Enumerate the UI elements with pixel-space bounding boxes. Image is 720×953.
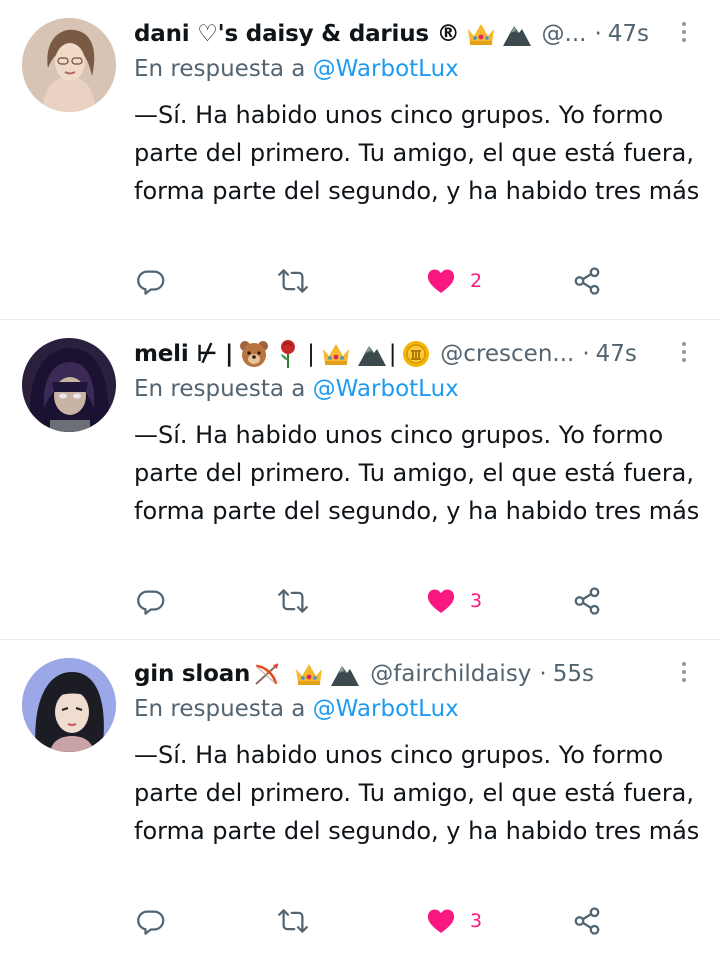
like-count: 3 — [470, 590, 483, 612]
reply-mention-link[interactable]: @WarbotLux — [313, 376, 459, 402]
like-button[interactable]: 3 — [426, 904, 482, 938]
reply-prefix: En respuesta a — [134, 696, 306, 722]
crown-emoji — [466, 21, 496, 47]
reply-icon — [137, 590, 165, 615]
reply-button[interactable] — [136, 264, 166, 298]
mountain-emoji — [330, 661, 360, 687]
more-options-icon[interactable] — [672, 20, 696, 44]
user-handle[interactable]: @crescen... — [440, 341, 574, 367]
user-handle[interactable]: @... — [542, 21, 587, 47]
reply-context: En respuesta a @WarbotLux — [134, 56, 459, 82]
share-icon — [574, 907, 600, 935]
name-separator: | — [307, 341, 315, 367]
avatar[interactable] — [22, 18, 116, 112]
more-options-icon[interactable] — [672, 340, 696, 364]
timeline-feed: dani ♡'s daisy & darius ® @... · 47s En … — [0, 0, 720, 953]
reply-mention-link[interactable]: @WarbotLux — [313, 56, 459, 82]
tweet[interactable]: meli ⊬ | | | @crescen... · 47s En respue… — [0, 320, 720, 640]
avatar[interactable] — [22, 658, 116, 752]
reply-icon — [137, 270, 165, 295]
separator-dot: · — [539, 661, 547, 687]
retweet-icon — [278, 909, 308, 933]
timestamp[interactable]: 47s — [596, 341, 637, 367]
share-button[interactable] — [572, 584, 602, 618]
reply-button[interactable] — [136, 904, 166, 938]
tweet-text: —Sí. Ha habido unos cinco grupos. Yo for… — [134, 741, 700, 845]
tweet-actions: 3 — [136, 904, 606, 938]
bow-and-arrow-emoji — [252, 660, 282, 688]
tweet-text: —Sí. Ha habido unos cinco grupos. Yo for… — [134, 101, 700, 205]
like-button[interactable]: 2 — [426, 264, 482, 298]
crown-emoji — [294, 661, 324, 687]
retweet-icon — [278, 589, 308, 613]
tweet-header: dani ♡'s daisy & darius ® @... · 47s — [134, 16, 704, 52]
retweet-button[interactable] — [278, 584, 308, 618]
like-count: 3 — [470, 910, 483, 932]
heart-icon — [427, 589, 455, 613]
share-button[interactable] — [572, 264, 602, 298]
mountain-emoji — [502, 21, 532, 47]
more-options-icon[interactable] — [672, 660, 696, 684]
like-button[interactable]: 3 — [426, 584, 482, 618]
timestamp[interactable]: 55s — [553, 661, 594, 687]
reply-mention-link[interactable]: @WarbotLux — [313, 696, 459, 722]
reply-button[interactable] — [136, 584, 166, 618]
rose-emoji — [275, 339, 301, 369]
reply-prefix: En respuesta a — [134, 376, 306, 402]
retweet-button[interactable] — [278, 904, 308, 938]
crown-emoji — [321, 341, 351, 367]
timestamp[interactable]: 47s — [608, 21, 649, 47]
mountain-emoji — [357, 341, 387, 367]
share-button[interactable] — [572, 904, 602, 938]
avatar[interactable] — [22, 338, 116, 432]
display-name[interactable]: meli ⊬ | — [134, 341, 233, 367]
bear-emoji — [239, 340, 269, 368]
share-icon — [574, 267, 600, 295]
coin-emoji — [402, 340, 430, 368]
reply-prefix: En respuesta a — [134, 56, 306, 82]
tweet[interactable]: gin sloan @fairchildaisy · 55s En respue… — [0, 640, 720, 953]
tweet-header: gin sloan @fairchildaisy · 55s — [134, 656, 704, 692]
tweet-actions: 3 — [136, 584, 606, 618]
tweet-header: meli ⊬ | | | @crescen... · 47s — [134, 336, 704, 372]
retweet-button[interactable] — [278, 264, 308, 298]
like-count: 2 — [470, 270, 483, 292]
reply-icon — [137, 910, 165, 935]
reply-context: En respuesta a @WarbotLux — [134, 376, 459, 402]
separator-dot: · — [594, 21, 602, 47]
name-separator: | — [388, 341, 397, 367]
tweet[interactable]: dani ♡'s daisy & darius ® @... · 47s En … — [0, 0, 720, 320]
tweet-actions: 2 — [136, 264, 606, 298]
reply-context: En respuesta a @WarbotLux — [134, 696, 459, 722]
user-handle[interactable]: @fairchildaisy — [370, 661, 531, 687]
display-name[interactable]: dani ♡'s daisy & darius ® — [134, 21, 460, 47]
separator-dot: · — [582, 341, 590, 367]
tweet-text: —Sí. Ha habido unos cinco grupos. Yo for… — [134, 421, 700, 525]
heart-icon — [427, 269, 455, 293]
heart-icon — [427, 909, 455, 933]
display-name[interactable]: gin sloan — [134, 661, 250, 687]
retweet-icon — [278, 269, 308, 293]
share-icon — [574, 587, 600, 615]
